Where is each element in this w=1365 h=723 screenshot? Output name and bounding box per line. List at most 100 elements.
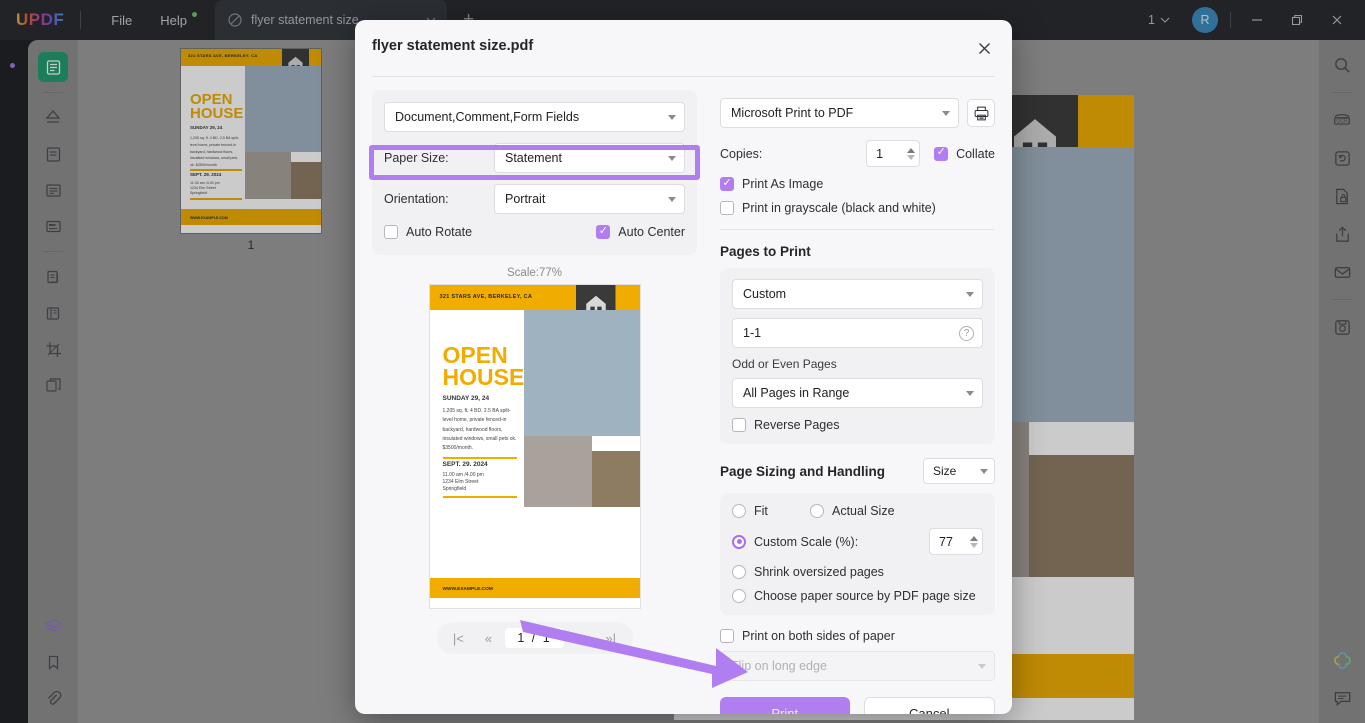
- stepper-up-icon[interactable]: [970, 535, 978, 541]
- chevron-down-icon: [966, 390, 974, 396]
- shrink-label: Shrink oversized pages: [754, 565, 884, 579]
- dialog-right-column: Microsoft Print to PDF Copies: 1 ✓ Colla…: [720, 98, 995, 714]
- copies-label: Copies:: [720, 146, 763, 161]
- custom-scale-value: 77: [939, 534, 953, 549]
- paper-size-label: Paper Size:: [384, 151, 449, 165]
- flyer-street: 1234 Elm Street: [442, 479, 479, 485]
- auto-rotate-label: Auto Rotate: [406, 225, 473, 239]
- dialog-left-column: Document,Comment,Form Fields Paper Size:…: [372, 90, 697, 700]
- page-setup-card: Document,Comment,Form Fields Paper Size:…: [372, 90, 697, 255]
- odd-even-select[interactable]: All Pages in Range: [732, 378, 983, 408]
- auto-center-label: Auto Center: [618, 225, 685, 239]
- sizing-title-row: Page Sizing and Handling Size: [720, 458, 995, 484]
- app-window: UPDF File Help flyer statement size + 1: [0, 0, 1365, 723]
- shrink-radio[interactable]: Shrink oversized pages: [732, 565, 983, 579]
- paper-size-row: Paper Size: Statement: [384, 143, 685, 173]
- page-indicator: 1 / 1: [505, 628, 564, 648]
- copies-row: Copies: 1 Collate: [720, 140, 995, 167]
- checkbox-box: [732, 418, 746, 432]
- orientation-value: Portrait: [505, 192, 546, 206]
- sizing-panel: Fit Actual Size Custom Scale (%): 77 Shr…: [720, 493, 995, 615]
- pages-mode-select[interactable]: Custom: [732, 279, 983, 309]
- paper-source-label: Choose paper source by PDF page size: [754, 589, 976, 603]
- radio-circle: [732, 504, 746, 518]
- grayscale-label: Print in grayscale (black and white): [742, 201, 936, 215]
- close-icon: [978, 42, 990, 54]
- pages-range-value: 1-1: [743, 326, 762, 340]
- fit-actual-row: Fit Actual Size: [732, 504, 983, 518]
- flyer-city: Springfield: [442, 486, 467, 492]
- fit-label: Fit: [754, 504, 768, 518]
- preview-wrap: 321 STARS AVE, BERKELEY, CA OPEN HOUSE S…: [372, 285, 697, 608]
- cancel-button[interactable]: Cancel: [863, 697, 995, 714]
- custom-scale-radio[interactable]: Custom Scale (%):: [732, 534, 921, 549]
- print-as-image-label: Print As Image: [742, 177, 824, 191]
- printer-row: Microsoft Print to PDF: [720, 98, 995, 128]
- custom-scale-stepper[interactable]: 77: [929, 528, 983, 555]
- dialog-title: flyer statement size.pdf: [372, 38, 534, 54]
- printer-value: Microsoft Print to PDF: [731, 106, 854, 120]
- content-select[interactable]: Document,Comment,Form Fields: [384, 102, 685, 132]
- content-select-value: Document,Comment,Form Fields: [395, 110, 580, 124]
- chevron-down-icon: [942, 110, 950, 116]
- orientation-select[interactable]: Portrait: [494, 184, 685, 214]
- pages-to-print-panel: Custom 1-1 ? Odd or Even Pages All Pages…: [720, 268, 995, 444]
- stepper-arrows[interactable]: [970, 535, 978, 548]
- help-icon[interactable]: ?: [959, 325, 974, 341]
- pages-range-input[interactable]: 1-1 ?: [732, 318, 983, 348]
- collate-checkbox[interactable]: Collate: [934, 145, 995, 161]
- actual-size-radio[interactable]: Actual Size: [810, 504, 895, 518]
- orientation-row: Orientation: Portrait: [384, 184, 685, 214]
- orientation-label: Orientation:: [384, 192, 449, 206]
- flip-edge-value: Flip on long edge: [731, 659, 827, 673]
- printer-select[interactable]: Microsoft Print to PDF: [720, 98, 959, 128]
- flyer-time: 11.00 am /4.00 pm: [442, 472, 484, 478]
- flyer-date: SEPT. 29. 2024: [442, 461, 488, 468]
- last-page-button[interactable]: »|: [598, 626, 624, 650]
- stepper-down-icon[interactable]: [907, 154, 916, 160]
- radio-circle: [810, 504, 824, 518]
- copies-stepper[interactable]: 1: [866, 140, 921, 167]
- auto-rotate-checkbox[interactable]: Auto Rotate: [384, 225, 472, 239]
- dialog-header: flyer statement size.pdf: [355, 20, 1012, 77]
- checkbox-box: [720, 201, 734, 215]
- printer-icon: [974, 106, 988, 120]
- flip-edge-select[interactable]: Flip on long edge: [720, 651, 995, 681]
- chevron-down-icon: [978, 663, 986, 669]
- first-page-button[interactable]: |<: [445, 626, 471, 650]
- flyer-body: 1,205 sq. ft. 4 BD, 2.5 BA split-level h…: [442, 408, 517, 451]
- print-as-image-checkbox[interactable]: Print As Image: [720, 176, 995, 191]
- chevron-down-icon: [966, 291, 974, 297]
- stepper-arrows[interactable]: [907, 147, 916, 160]
- chevron-down-icon: [668, 196, 676, 202]
- print-button[interactable]: Print: [720, 697, 850, 714]
- prev-page-button[interactable]: «: [475, 626, 501, 650]
- reverse-pages-checkbox[interactable]: Reverse Pages: [732, 418, 983, 432]
- next-page-button[interactable]: »: [568, 626, 594, 650]
- stepper-down-icon[interactable]: [970, 542, 978, 548]
- paper-size-select[interactable]: Statement: [494, 143, 685, 173]
- checkbox-box: [934, 145, 949, 161]
- printer-properties-button[interactable]: [967, 99, 995, 127]
- chevron-down-icon: [668, 155, 676, 161]
- auto-center-checkbox[interactable]: Auto Center: [596, 224, 685, 239]
- divider: [720, 229, 995, 230]
- checkbox-box: [384, 225, 398, 239]
- duplex-checkbox[interactable]: Print on both sides of paper: [720, 629, 995, 643]
- reverse-pages-label: Reverse Pages: [754, 418, 840, 432]
- close-dialog-button[interactable]: [970, 34, 998, 62]
- checkbox-box: [720, 176, 734, 191]
- fit-radio[interactable]: Fit: [732, 504, 810, 518]
- pages-to-print-title: Pages to Print: [720, 244, 811, 259]
- sizing-mode-select[interactable]: Size: [923, 458, 995, 484]
- sizing-title: Page Sizing and Handling: [720, 463, 886, 479]
- print-preview[interactable]: 321 STARS AVE, BERKELEY, CA OPEN HOUSE S…: [429, 285, 640, 608]
- dialog-buttons: Print Cancel: [720, 697, 995, 714]
- pages-mode-value: Custom: [743, 287, 787, 301]
- grayscale-checkbox[interactable]: Print in grayscale (black and white): [720, 201, 995, 215]
- custom-scale-row: Custom Scale (%): 77: [732, 528, 983, 555]
- paper-source-radio[interactable]: Choose paper source by PDF page size: [732, 589, 983, 603]
- flyer-title-line1: OPEN: [442, 342, 508, 368]
- paper-size-value: Statement: [505, 151, 562, 165]
- stepper-up-icon[interactable]: [907, 147, 916, 153]
